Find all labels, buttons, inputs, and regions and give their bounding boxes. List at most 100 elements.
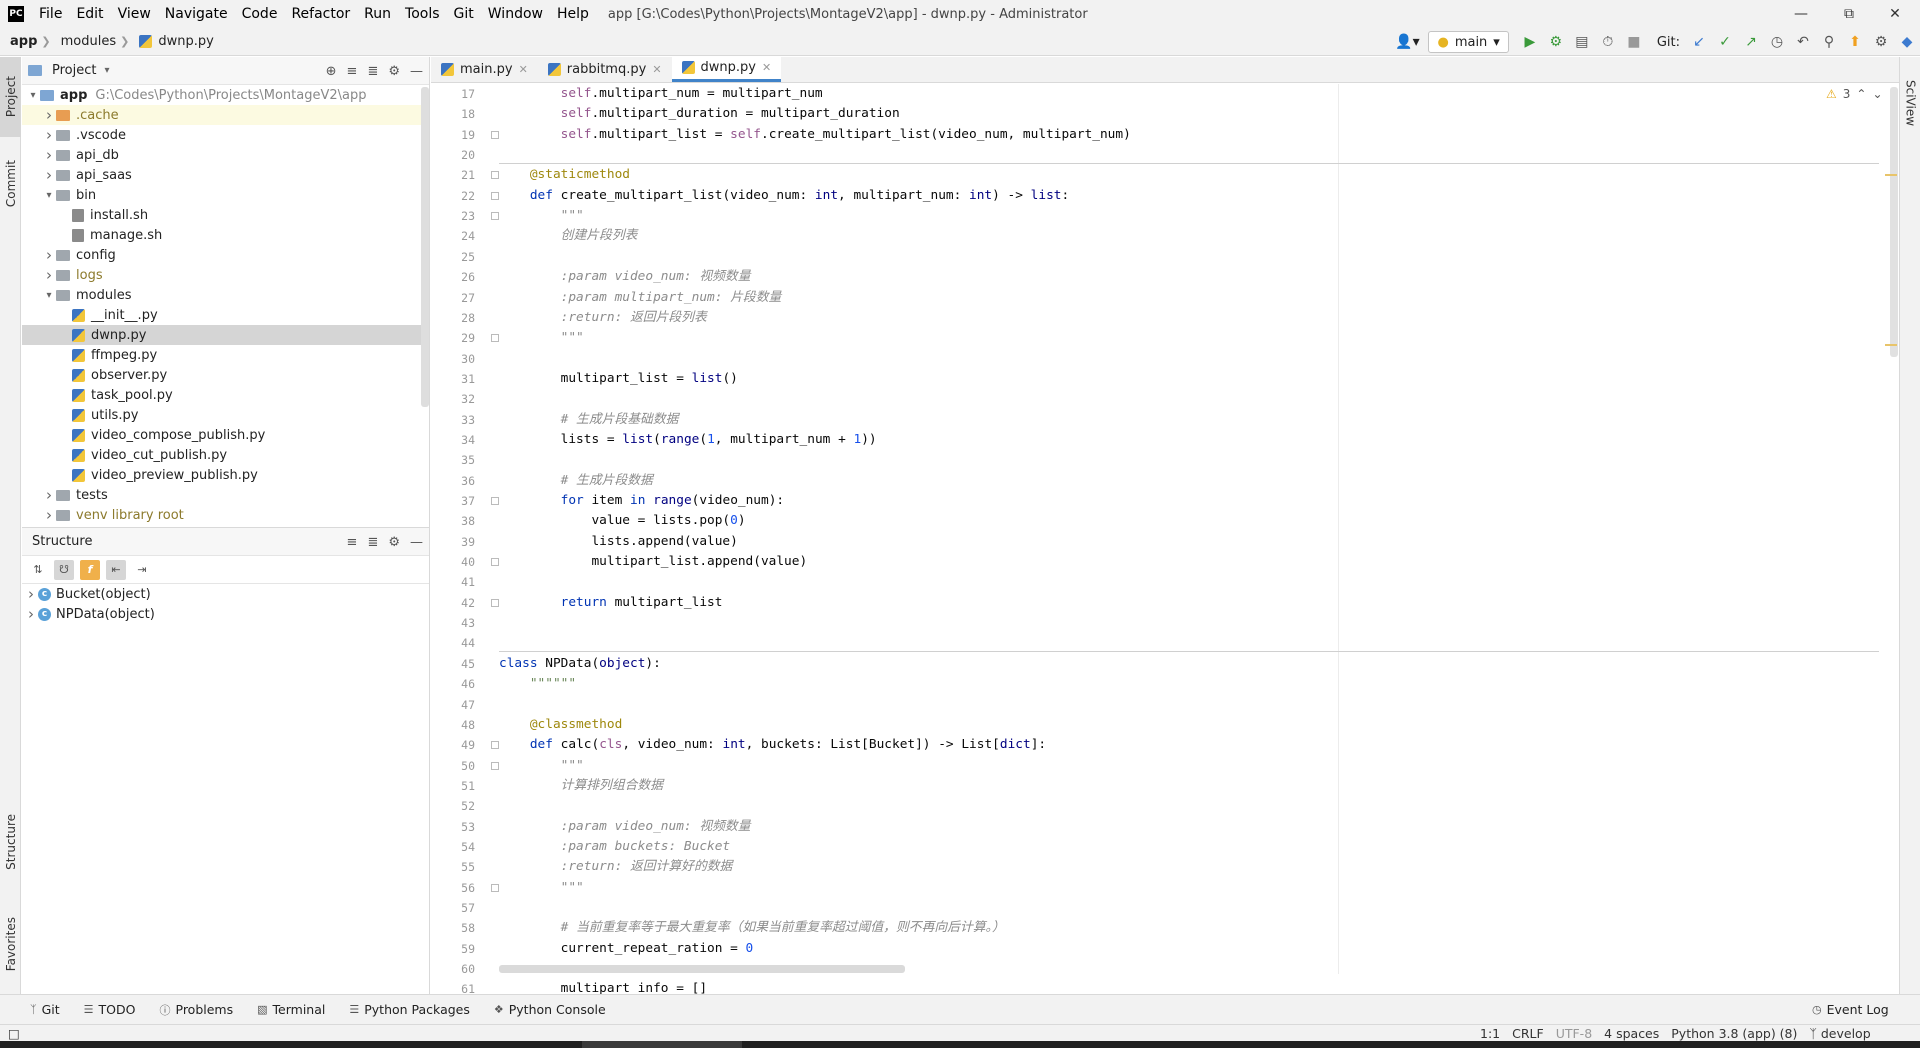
autoscroll-to-source-icon[interactable]: ⇤ [106, 559, 126, 580]
hide-icon[interactable]: — [410, 535, 423, 550]
tree-item[interactable]: › api_db [22, 145, 429, 165]
git-commit-icon[interactable]: ✓ [1712, 29, 1738, 55]
show-inherited-icon[interactable]: ☋ [54, 559, 74, 580]
tab-python-packages[interactable]: ☰ Python Packages [337, 1002, 482, 1017]
restore-icon[interactable]: ⧉ [1826, 0, 1872, 28]
close-icon[interactable]: ✕ [1872, 0, 1918, 28]
collapse-all-icon[interactable]: ≣ [367, 535, 378, 550]
autoscroll-from-source-icon[interactable]: ⇥ [132, 560, 152, 580]
code-area[interactable]: self.multipart_num = multipart_num self.… [499, 84, 1879, 996]
git-update-icon[interactable]: ↙ [1686, 29, 1712, 55]
fold-marker-icon[interactable] [491, 130, 499, 139]
tree-item[interactable]: utils.py [22, 405, 429, 425]
code-line[interactable]: """ [499, 206, 584, 226]
tree-item[interactable]: dwnp.py [22, 325, 429, 345]
tree-item[interactable]: observer.py [22, 365, 429, 385]
collapsed-arrow-icon[interactable]: › [42, 146, 56, 164]
collapsed-arrow-icon[interactable]: › [42, 126, 56, 144]
menu-help[interactable]: Help [550, 6, 596, 22]
run-configuration-select[interactable]: ● main ▾ [1428, 31, 1509, 53]
menu-code[interactable]: Code [235, 6, 285, 22]
menu-refactor[interactable]: Refactor [284, 6, 357, 22]
close-tab-icon[interactable]: ✕ [519, 63, 528, 76]
tree-item[interactable]: manage.sh [22, 225, 429, 245]
tab-structure[interactable]: Structure [0, 797, 21, 887]
gear-icon[interactable]: ⚙ [388, 535, 400, 550]
menu-view[interactable]: View [111, 6, 158, 22]
tab-sciview[interactable]: SciView [1900, 63, 1920, 143]
tree-item[interactable]: video_compose_publish.py [22, 425, 429, 445]
editor-horizontal-scrollbar[interactable] [499, 965, 905, 973]
fold-marker-icon[interactable] [491, 212, 499, 221]
settings-icon[interactable]: ⚙ [1868, 29, 1894, 55]
menu-git[interactable]: Git [447, 6, 481, 22]
code-line[interactable]: multipart_list = list() [499, 369, 738, 389]
structure-item[interactable]: › c NPData(object) [22, 604, 429, 624]
menu-navigate[interactable]: Navigate [158, 6, 235, 22]
code-line[interactable]: for item in range(video_num): [499, 491, 784, 511]
tab-python-console[interactable]: ❖ Python Console [482, 1002, 618, 1017]
menu-window[interactable]: Window [481, 6, 550, 22]
editor-scrollbar[interactable] [1890, 87, 1898, 357]
toggle-tool-windows-icon[interactable]: □ [0, 1026, 26, 1041]
git-branch[interactable]: ᛉ develop [1803, 1026, 1876, 1041]
expand-all-icon[interactable]: ≡ [347, 535, 358, 550]
profile-icon[interactable]: ⏱ [1595, 29, 1621, 55]
tab-todo[interactable]: ☰ TODO [72, 1002, 148, 1017]
code-line[interactable]: 创建片段列表 [499, 226, 638, 246]
tree-item[interactable]: video_preview_publish.py [22, 465, 429, 485]
structure-item[interactable]: › c Bucket(object) [22, 584, 429, 604]
collapsed-arrow-icon[interactable]: › [42, 246, 56, 264]
debug-icon[interactable]: ⚙ [1543, 29, 1569, 55]
editor-tab[interactable]: dwnp.py ✕ [671, 56, 782, 82]
show-fields-icon[interactable]: f [80, 559, 100, 580]
tree-item[interactable]: ffmpeg.py [22, 345, 429, 365]
stop-icon[interactable]: ■ [1621, 29, 1647, 55]
tab-terminal[interactable]: ▧ Terminal [245, 1002, 337, 1017]
code-line[interactable]: self.multipart_list = self.create_multip… [499, 125, 1131, 145]
python-interpreter[interactable]: Python 3.8 (app) (8) [1665, 1026, 1803, 1041]
fold-marker-icon[interactable] [491, 558, 499, 567]
code-line[interactable]: # 生成片段数据 [499, 471, 653, 491]
menu-run[interactable]: Run [357, 6, 398, 22]
code-line[interactable]: def create_multipart_list(video_num: int… [499, 186, 1069, 206]
fold-marker-icon[interactable] [491, 191, 499, 200]
tree-item[interactable]: › config [22, 245, 429, 265]
code-line[interactable]: :param multipart_num: 片段数量 [499, 288, 782, 308]
code-line[interactable]: # 当前重复率等于最大重复率（如果当前重复率超过阈值，则不再向后计算。） [499, 918, 1005, 938]
sort-alpha-icon[interactable]: ⇅ [28, 560, 48, 580]
code-line[interactable]: # 生成片段基础数据 [499, 410, 679, 430]
code-line[interactable]: :param video_num: 视频数量 [499, 817, 751, 837]
indent-setting[interactable]: 4 spaces [1598, 1026, 1665, 1041]
collapsed-arrow-icon[interactable]: › [42, 106, 56, 124]
expanded-arrow-icon[interactable]: ▾ [42, 190, 56, 201]
code-line[interactable]: def calc(cls, video_num: int, buckets: L… [499, 735, 1046, 755]
fold-marker-icon[interactable] [491, 334, 499, 343]
ide-logo-icon[interactable]: ◆ [1894, 29, 1920, 55]
breadcrumb-modules[interactable]: modules [51, 34, 121, 49]
tree-item[interactable]: › venv library root [22, 505, 429, 525]
tab-git[interactable]: ᛉ Git [0, 1002, 72, 1017]
collapsed-arrow-icon[interactable]: › [42, 506, 56, 524]
locate-icon[interactable]: ⊕ [326, 64, 337, 79]
collapse-all-icon[interactable]: ≣ [367, 64, 378, 79]
coverage-icon[interactable]: ▤ [1569, 29, 1595, 55]
tab-favorites[interactable]: Favorites [0, 899, 21, 989]
tree-item[interactable]: ▾ modules [22, 285, 429, 305]
editor-tab[interactable]: main.py ✕ [431, 56, 538, 82]
menu-file[interactable]: File [32, 6, 69, 22]
editor-tab[interactable]: rabbitmq.py ✕ [538, 56, 672, 82]
code-line[interactable]: """ [499, 328, 584, 348]
collapsed-arrow-icon[interactable]: › [42, 266, 56, 284]
collapsed-arrow-icon[interactable]: › [42, 166, 56, 184]
code-line[interactable]: self.multipart_duration = multipart_dura… [499, 104, 900, 124]
code-line[interactable]: lists.append(value) [499, 532, 737, 552]
fold-marker-icon[interactable] [491, 171, 499, 180]
code-line[interactable]: lists = list(range(1, multipart_num + 1)… [499, 430, 877, 450]
breadcrumb-app[interactable]: app [0, 34, 41, 49]
search-icon[interactable]: ⚲ [1816, 29, 1842, 55]
collapsed-arrow-icon[interactable]: › [24, 605, 38, 623]
warning-stripe-marker[interactable] [1885, 344, 1897, 346]
code-line[interactable]: :return: 返回片段列表 [499, 308, 707, 328]
tree-item[interactable]: install.sh [22, 205, 429, 225]
